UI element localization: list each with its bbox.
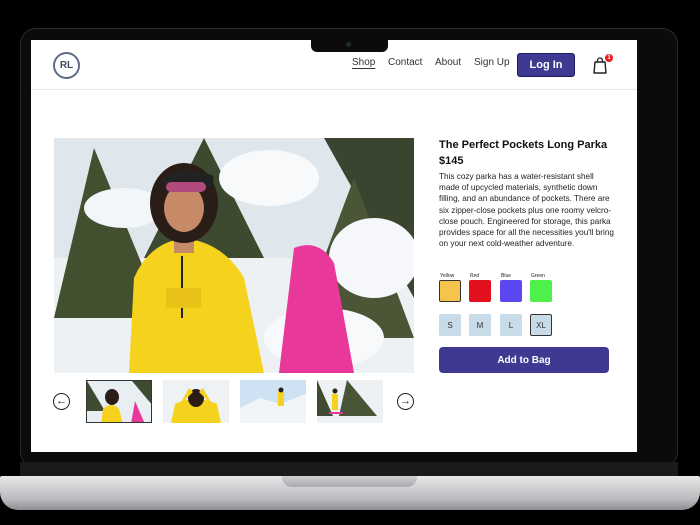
product-title: The Perfect Pockets Long Parka	[439, 139, 608, 151]
color-label-red: Red	[470, 273, 480, 279]
size-xl-button[interactable]: XL	[530, 314, 552, 336]
color-label-yellow: Yellow	[440, 273, 455, 279]
cart-count-badge: 1	[605, 54, 613, 62]
color-swatch-blue[interactable]	[500, 280, 522, 302]
thumbnail-1[interactable]	[86, 380, 152, 423]
product-description: This cozy parka has a water-resistant sh…	[439, 172, 614, 249]
main-product-image	[54, 138, 414, 373]
color-label-blue: Blue	[501, 273, 512, 279]
thumbnail-4[interactable]	[317, 380, 383, 423]
color-swatch-green[interactable]	[530, 280, 552, 302]
laptop-groove	[282, 476, 417, 487]
size-m-button[interactable]: M	[469, 314, 491, 336]
website-screen: RL Shop Contact About Sign Up Log In 1 ←…	[31, 40, 637, 452]
thumbnail-3[interactable]	[240, 380, 306, 423]
arrow-left-icon[interactable]: ←	[53, 393, 70, 410]
nav-contact[interactable]: Contact	[388, 57, 422, 68]
nav-sign-up[interactable]: Sign Up	[474, 57, 510, 68]
arrow-right-icon[interactable]: →	[397, 393, 414, 410]
thumbnail-2[interactable]	[163, 380, 229, 423]
login-button[interactable]: Log In	[517, 53, 575, 77]
laptop-hinge	[20, 462, 678, 476]
size-s-button[interactable]: S	[439, 314, 461, 336]
product-price: $145	[439, 155, 464, 167]
color-label-green: Green	[531, 273, 545, 279]
add-to-bag-button[interactable]: Add to Bag	[439, 347, 609, 373]
color-swatch-red[interactable]	[469, 280, 491, 302]
size-l-button[interactable]: L	[500, 314, 522, 336]
nav-shop[interactable]: Shop	[352, 57, 375, 68]
color-swatch-yellow[interactable]	[439, 280, 461, 302]
nav-about[interactable]: About	[435, 57, 461, 68]
logo[interactable]: RL	[53, 52, 80, 79]
webcam-icon	[346, 42, 351, 47]
